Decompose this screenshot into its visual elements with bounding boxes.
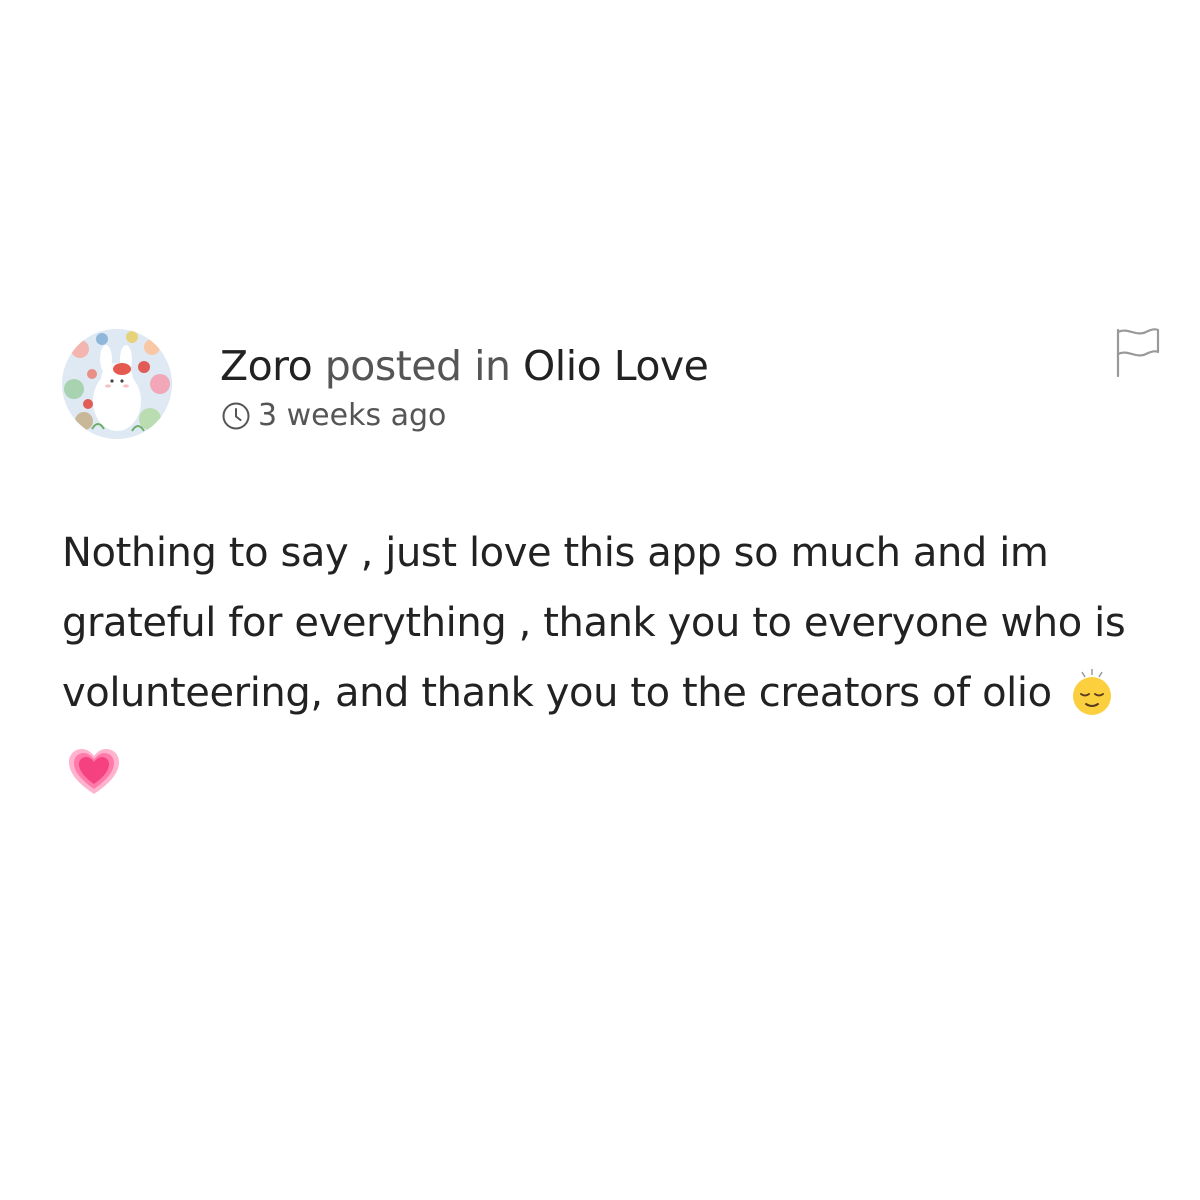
growing-heart-icon (68, 748, 120, 818)
post-timestamp: 3 weeks ago (220, 396, 708, 436)
avatar[interactable] (62, 329, 172, 439)
relieved-face-icon (1070, 668, 1114, 738)
post-screen: Zoro posted in Olio Love 3 weeks ago Not… (0, 0, 1200, 1200)
post-headline: Zoro posted in Olio Love (220, 338, 709, 394)
avatar-illustration (62, 329, 172, 439)
post-header: Zoro posted in Olio Love 3 weeks ago (62, 324, 1162, 444)
group-name[interactable]: Olio Love (523, 342, 709, 390)
post-meta: Zoro posted in Olio Love 3 weeks ago (220, 338, 709, 436)
time-ago-label: 3 weeks ago (258, 398, 447, 433)
flag-icon[interactable] (1114, 326, 1162, 378)
author-name[interactable]: Zoro (220, 342, 313, 390)
post-card: Zoro posted in Olio Love 3 weeks ago Not… (62, 324, 1162, 818)
post-body: Nothing to say , just love this app so m… (62, 518, 1152, 818)
post-body-text: Nothing to say , just love this app so m… (62, 530, 1126, 716)
clock-icon (220, 400, 252, 432)
post-action-text: posted in (324, 342, 511, 390)
